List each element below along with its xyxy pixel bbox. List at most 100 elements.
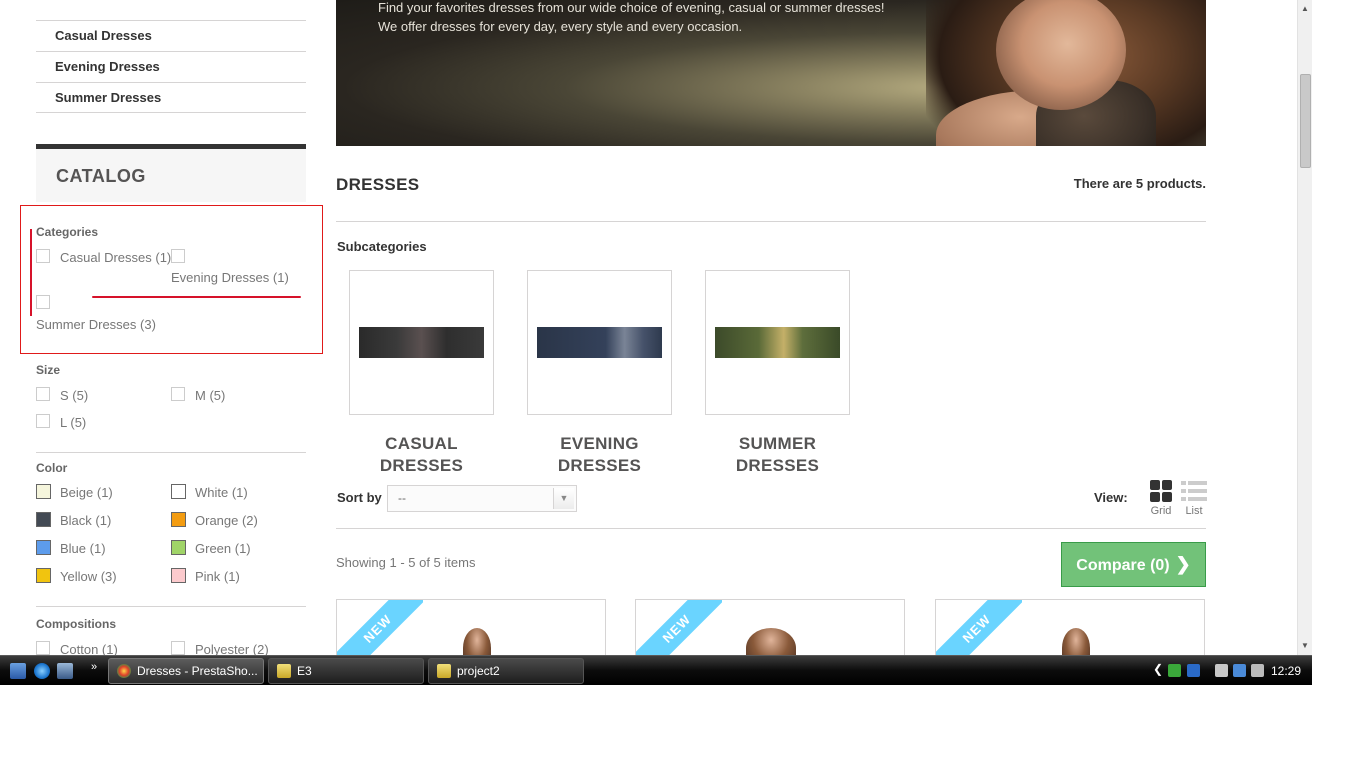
taskbar-task-browser[interactable]: Dresses - PrestaSho...	[108, 658, 264, 684]
show-desktop-icon[interactable]	[10, 663, 26, 679]
subcategories-title: Subcategories	[337, 239, 427, 254]
divider	[336, 528, 1206, 529]
subcategory-name-line: DRESSES	[735, 456, 820, 475]
color-swatch[interactable]	[36, 512, 51, 527]
view-list-label: List	[1185, 505, 1203, 517]
checkbox-polyester[interactable]	[171, 641, 185, 655]
new-badge-text: NEW	[936, 600, 1022, 655]
color-filter-label[interactable]: Green (1)	[195, 541, 251, 556]
filter-size-s[interactable]: S (5)	[60, 388, 88, 403]
subcategory-card-summer[interactable]	[705, 270, 850, 415]
internet-explorer-icon[interactable]	[34, 663, 50, 679]
switch-windows-icon[interactable]	[57, 663, 73, 679]
color-swatch[interactable]	[36, 568, 51, 583]
subcategory-card-evening[interactable]	[527, 270, 672, 415]
compare-button[interactable]: Compare (0) ❯	[1061, 542, 1206, 587]
top-category-summer[interactable]: Summer Dresses	[36, 90, 306, 113]
taskbar-task-project2[interactable]: project2	[428, 658, 584, 684]
subcategory-image-evening[interactable]	[537, 327, 662, 358]
checkbox-size-m[interactable]	[171, 387, 185, 401]
grid-icon	[1150, 480, 1172, 502]
product-card[interactable]: NEW	[336, 599, 606, 655]
taskbar-task-label: Dresses - PrestaSho...	[137, 664, 258, 678]
color-filter-label[interactable]: White (1)	[195, 485, 248, 500]
subcategory-image-summer[interactable]	[715, 327, 840, 358]
list-icon	[1181, 481, 1207, 501]
checkbox-size-l[interactable]	[36, 414, 50, 428]
color-filter-label[interactable]: Orange (2)	[195, 513, 258, 528]
clock[interactable]: 12:29	[1271, 664, 1301, 678]
banner-text-line2: We offer dresses for every day, every st…	[378, 19, 743, 34]
volume-icon[interactable]	[1251, 664, 1264, 677]
color-swatch[interactable]	[36, 484, 51, 499]
new-ribbon: NEW	[337, 600, 423, 655]
network-tray-icon[interactable]	[1187, 664, 1200, 677]
subcategory-name-line: DRESSES	[557, 456, 642, 475]
view-grid-button[interactable]: Grid	[1147, 480, 1175, 517]
catalog-title: CATALOG	[56, 166, 146, 186]
compositions-filter-title: Compositions	[36, 617, 116, 631]
color-swatch[interactable]	[36, 540, 51, 555]
color-swatch[interactable]	[171, 540, 186, 555]
product-image[interactable]	[1062, 628, 1090, 655]
color-filter-label[interactable]: Black (1)	[60, 513, 111, 528]
vertical-scrollbar[interactable]: ▲ ▼	[1297, 0, 1312, 655]
scroll-down-icon[interactable]: ▼	[1301, 641, 1309, 650]
monitor-tray-icon[interactable]	[1233, 664, 1246, 677]
product-card[interactable]: NEW	[935, 599, 1205, 655]
quick-launch-more-icon[interactable]: »	[91, 661, 97, 673]
annotation-underline	[92, 296, 301, 298]
sort-label: Sort by	[337, 490, 382, 505]
color-filter-label[interactable]: Beige (1)	[60, 485, 113, 500]
new-ribbon: NEW	[636, 600, 722, 655]
color-filter-label[interactable]: Yellow (3)	[60, 569, 117, 584]
chevron-down-icon[interactable]: ▼	[553, 488, 574, 509]
color-swatch[interactable]	[171, 512, 186, 527]
subcategory-name-line: SUMMER	[738, 434, 817, 453]
filter-cotton[interactable]: Cotton (1)	[60, 642, 118, 655]
subcategory-image-casual[interactable]	[359, 327, 484, 358]
checkbox-cotton[interactable]	[36, 641, 50, 655]
checkbox-size-s[interactable]	[36, 387, 50, 401]
scroll-up-icon[interactable]: ▲	[1301, 4, 1309, 13]
category-banner: Find your favorites dresses from our wid…	[336, 0, 1206, 146]
product-image[interactable]	[746, 628, 796, 655]
product-image[interactable]	[463, 628, 491, 655]
subcategory-name-summer[interactable]: SUMMER DRESSES	[705, 433, 850, 477]
scrollbar-thumb[interactable]	[1300, 74, 1311, 168]
subcategory-name-line: EVENING	[560, 434, 639, 453]
browser-viewport: Casual Dresses Evening Dresses Summer Dr…	[0, 0, 1297, 655]
top-category-casual[interactable]: Casual Dresses	[36, 28, 306, 52]
view-list-button[interactable]: List	[1180, 480, 1208, 517]
filter-size-l[interactable]: L (5)	[60, 415, 86, 430]
new-badge-text: NEW	[636, 600, 722, 655]
banner-text-line1: Find your favorites dresses from our wid…	[378, 0, 885, 15]
subcategory-name-evening[interactable]: EVENING DRESSES	[527, 433, 672, 477]
product-card[interactable]: NEW	[635, 599, 905, 655]
top-category-evening[interactable]: Evening Dresses	[36, 59, 306, 83]
taskbar-task-label: project2	[457, 664, 500, 678]
chrome-icon	[117, 664, 131, 678]
subcategory-card-casual[interactable]	[349, 270, 494, 415]
folder-icon	[437, 664, 451, 678]
sort-select[interactable]: -- ▼	[387, 485, 577, 512]
device-tray-icon[interactable]	[1215, 664, 1228, 677]
security-tray-icon[interactable]	[1168, 664, 1181, 677]
filter-size-m[interactable]: M (5)	[195, 388, 225, 403]
annotation-box	[20, 205, 323, 354]
taskbar-task-label: E3	[297, 664, 312, 678]
color-swatch[interactable]	[171, 568, 186, 583]
color-swatch[interactable]	[171, 484, 186, 499]
chevron-right-icon: ❯	[1175, 554, 1191, 574]
tray-expand-icon[interactable]: ❮	[1153, 662, 1163, 676]
divider	[36, 20, 306, 21]
taskbar: » Dresses - PrestaSho... E3 project2 ❮ 1…	[0, 655, 1312, 685]
annotation-line	[30, 229, 32, 316]
filter-polyester[interactable]: Polyester (2)	[195, 642, 269, 655]
subcategory-name-casual[interactable]: CASUAL DRESSES	[349, 433, 494, 477]
showing-items-text: Showing 1 - 5 of 5 items	[336, 555, 476, 570]
color-filter-label[interactable]: Blue (1)	[60, 541, 106, 556]
subcategory-name-line: CASUAL	[385, 434, 458, 453]
color-filter-label[interactable]: Pink (1)	[195, 569, 240, 584]
taskbar-task-e3[interactable]: E3	[268, 658, 424, 684]
